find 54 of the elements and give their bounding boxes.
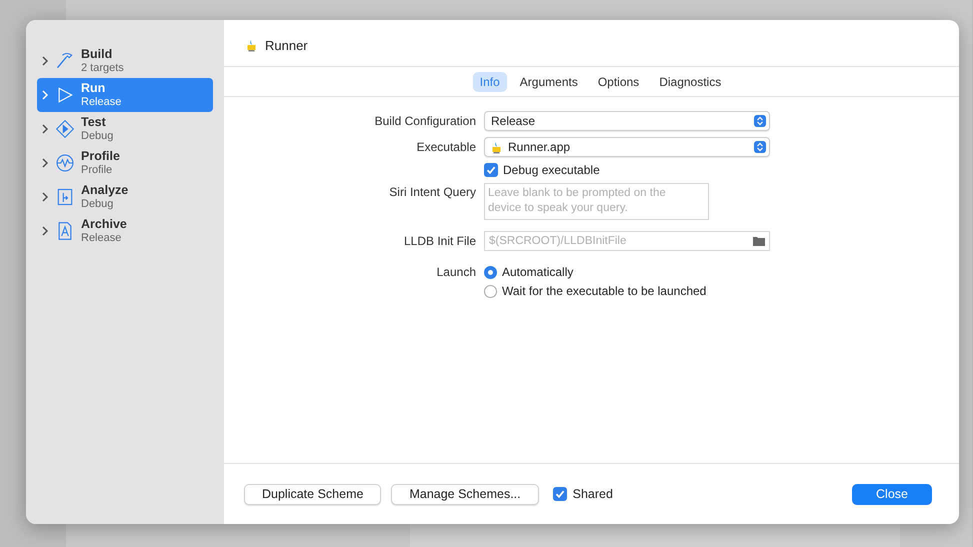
checkbox[interactable] [552,487,567,501]
tab[interactable]: Options [590,72,646,92]
action-detail: Release [81,231,122,245]
tab[interactable]: Arguments [512,72,585,92]
field-label: Siri Intent Query [388,185,476,199]
scheme-title: Runner [265,38,308,52]
lldb-init-file-field[interactable]: $(SRCROOT)/LLDBInitFile [484,231,770,251]
tab[interactable]: Diagnostics [652,72,728,92]
footer-button[interactable]: Manage Schemes... [391,484,539,504]
radio-button[interactable] [484,266,497,278]
checkbox-label: Debug executable [503,163,600,177]
action-detail: 2 targets [81,61,124,75]
folder-icon[interactable] [753,236,765,246]
radio-label: Automatically [502,265,574,279]
action-name: Build [81,47,114,61]
radio-label: Wait for the executable to be launched [502,284,706,298]
build-configuration-popup[interactable]: Release [484,111,770,131]
action-detail: Release [81,95,122,109]
action-name: Archive [81,217,127,231]
action-detail: Debug [81,129,114,143]
checkbox-label: Shared [572,487,613,501]
chevron-icon[interactable] [41,158,49,168]
footer-button[interactable]: Duplicate Scheme [244,484,382,504]
action-name: Analyze [81,183,128,197]
app-icon [491,140,502,154]
app-icon [246,38,257,52]
action-name: Profile [81,149,120,163]
executable-popup[interactable]: Runner.app [484,137,770,157]
scheme-action-item[interactable]: Run Release [37,78,213,112]
radio-button[interactable] [484,284,497,298]
chevron-icon[interactable] [41,192,49,202]
field-label: LLDB Init File [402,234,476,248]
scheme-action-item[interactable]: Analyze Debug [37,180,213,214]
chevron-icon[interactable] [41,226,49,236]
checkbox[interactable] [484,163,498,177]
siri-query-field[interactable]: Leave blank to be prompted on the device to speak your query. [484,183,709,220]
profile-icon [55,152,75,174]
test-icon [55,118,75,140]
scheme-action-item[interactable]: Archive Release [37,214,213,248]
action-detail: Profile [81,163,114,177]
scheme-action-item[interactable]: Build 2 targets [37,44,213,78]
scheme-action-item[interactable]: Test Debug [37,112,213,146]
action-name: Run [81,81,106,95]
action-detail: Debug [81,197,114,211]
stepper-icon [754,141,766,153]
action-name: Test [81,115,107,129]
field-label: Launch [436,265,476,279]
field-label: Build Configuration [374,114,476,128]
field-label: Executable [416,140,476,154]
stepper-icon [754,115,766,127]
close-button[interactable]: Close [852,484,932,504]
scheme-action-item[interactable]: Profile Profile [37,146,213,180]
chevron-icon[interactable] [41,124,49,134]
chevron-icon[interactable] [41,56,49,66]
